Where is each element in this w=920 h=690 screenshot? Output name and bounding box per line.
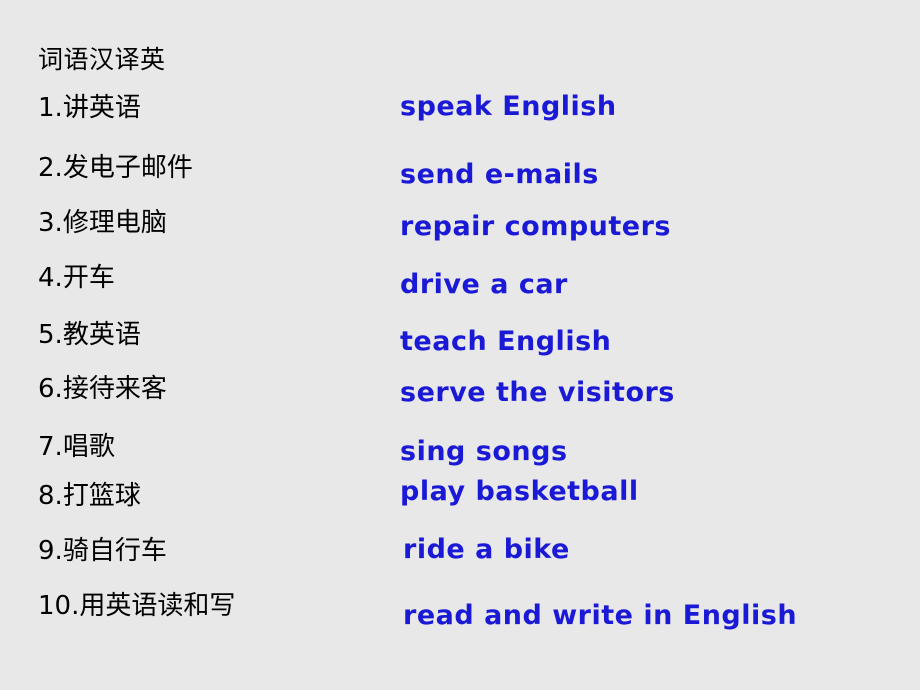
chinese-term: 2.发电子邮件	[38, 155, 193, 181]
item-number: 7.	[38, 432, 63, 462]
english-answer: drive a car	[400, 269, 568, 300]
item-number: 2.	[38, 153, 63, 183]
chinese-term: 10.用英语读和写	[38, 593, 235, 619]
chinese-term: 7.唱歌	[38, 434, 115, 460]
chinese-term: 6.接待来客	[38, 376, 167, 402]
chinese-term: 4.开车	[38, 265, 115, 291]
chinese-text: 教英语	[62, 320, 141, 350]
english-answer: send e-mails	[400, 159, 599, 190]
english-answer: repair computers	[400, 211, 671, 242]
slide-canvas: 词语汉译英 1.讲英语 speak English 2.发电子邮件 send e…	[0, 0, 920, 690]
chinese-text: 接待来客	[62, 374, 167, 404]
chinese-text: 发电子邮件	[62, 153, 193, 183]
chinese-term: 1.讲英语	[38, 95, 141, 121]
chinese-term: 5.教英语	[38, 322, 141, 348]
item-number: 1.	[38, 93, 63, 123]
chinese-term: 9.骑自行车	[38, 538, 167, 564]
chinese-term: 8.打篮球	[38, 483, 141, 509]
english-answer: sing songs	[400, 436, 568, 467]
item-number: 6.	[38, 374, 63, 404]
english-answer: play basketball	[400, 476, 639, 507]
item-number: 5.	[38, 320, 63, 350]
chinese-text: 用英语读和写	[79, 591, 236, 621]
english-answer: ride a bike	[403, 534, 570, 565]
item-number: 9.	[38, 536, 63, 566]
item-number: 4.	[38, 263, 63, 293]
chinese-term: 3.修理电脑	[38, 210, 167, 236]
english-answer: teach English	[400, 326, 612, 357]
english-answer: speak English	[400, 91, 617, 122]
item-number: 10.	[38, 591, 80, 621]
chinese-text: 骑自行车	[62, 536, 167, 566]
item-number: 3.	[38, 208, 63, 238]
english-answer: serve the visitors	[400, 377, 675, 408]
chinese-text: 打篮球	[62, 481, 141, 511]
chinese-text: 讲英语	[62, 93, 141, 123]
chinese-text: 唱歌	[62, 432, 115, 462]
chinese-text: 修理电脑	[62, 208, 167, 238]
vocab-row: 10.用英语读和写 read and write in English	[0, 0, 920, 629]
chinese-text: 开车	[62, 263, 115, 293]
english-answer: read and write in English	[403, 600, 798, 631]
item-number: 8.	[38, 481, 63, 511]
